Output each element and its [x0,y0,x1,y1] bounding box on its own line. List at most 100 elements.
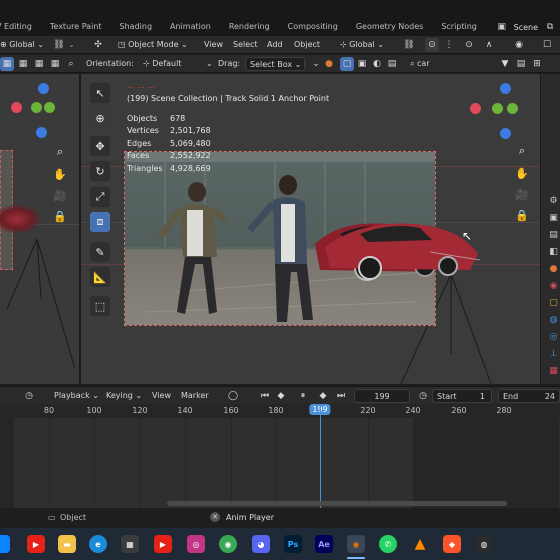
viewport-display-icon[interactable]: ▢ [340,57,354,71]
next-keyframe-icon[interactable]: ◆ [316,389,330,403]
timeline-menu-view[interactable]: View [152,389,171,403]
menu-view[interactable]: View [204,38,223,52]
tab-compositing[interactable]: Compositing [279,18,347,36]
mode-dropdown[interactable]: ◳ Object Mode ⌄ [118,38,188,52]
scene-props-icon[interactable]: ● [550,264,558,274]
jump-start-icon[interactable]: ⏮ [258,389,272,403]
area-divider-right[interactable] [540,74,541,384]
vlc-icon[interactable]: ▲ [411,535,429,553]
display-icon[interactable]: ⌄ [309,57,323,71]
subtract-icon[interactable]: ▦ [32,57,46,71]
layers-icon[interactable]: ▤ [385,57,399,71]
main-zoom-icon[interactable]: ⌕ [514,143,530,159]
cursor-3d-icon[interactable]: ⊕ [90,108,110,128]
cursor-tool-icon[interactable]: ↖ [90,83,110,103]
scene-label[interactable]: Scene [514,23,538,32]
shading-material-icon[interactable]: ● [322,57,336,71]
start-frame-field[interactable]: Start 1 [432,389,492,403]
rotate-tool-icon[interactable]: ↻ [90,161,110,181]
zoom-icon[interactable]: ⌕ [52,144,68,160]
whatsapp-icon[interactable]: ✆ [379,535,397,553]
move-tool-icon[interactable]: ✥ [90,136,110,156]
lock-icon[interactable]: 🔒 [52,208,68,224]
render-icon[interactable]: ◐ [370,57,384,71]
gizmo-y-neg-icon[interactable] [44,102,55,113]
snap-icon[interactable]: ⊙ [425,38,439,52]
main-gizmo-y-icon[interactable] [492,103,503,114]
main-gizmo-y-neg-icon[interactable] [507,103,518,114]
gizmo-z-icon[interactable] [38,83,49,94]
other-app-icon[interactable]: ◍ [475,535,493,553]
tab-geometry-nodes[interactable]: Geometry Nodes [347,18,432,36]
cancel-icon[interactable]: ✕ [210,512,220,522]
gizmo-icon[interactable]: ☐ [540,38,554,52]
tab-scripting[interactable]: Scripting [432,18,486,36]
link-icon[interactable]: ⛓ [52,38,66,52]
timeline-ruler[interactable]: 80 100 120 140 160 180 199 220 240 260 2… [0,404,560,418]
gizmo-x-icon[interactable] [11,102,22,113]
orientation-dropdown[interactable]: ⊹ Default ⌄ [143,57,213,71]
physics-props-icon[interactable]: ◎ [550,332,558,342]
add-cube-tool-icon[interactable]: ⬚ [90,296,110,316]
discord-icon[interactable]: ◕ [252,535,270,553]
timeline-menu-playback[interactable]: Playback ⌄ [54,389,99,403]
modifier-props-icon[interactable]: ◍ [550,315,558,325]
timeline-editor-icon[interactable]: ◷ [22,389,36,403]
invert-icon[interactable]: ▦ [48,57,62,71]
main-gizmo-z-neg-icon[interactable] [500,128,511,139]
chrome-icon[interactable]: ◉ [219,535,237,553]
main-pan-icon[interactable]: ✋ [514,165,530,181]
search-icon[interactable]: ⌕ [64,57,78,71]
prev-keyframe-icon[interactable]: ◆ [274,389,288,403]
youtube-icon[interactable]: ▶ [27,535,45,553]
transform-tool-icon[interactable]: ⧈ [90,212,110,232]
main-lock-icon[interactable]: 🔒 [514,207,530,223]
playhead-line[interactable] [320,404,321,508]
drag-dropdown[interactable]: Select Box ⌄ [245,57,305,71]
pivot-icon[interactable]: ⛓ [402,38,416,52]
gizmo-z-neg-icon[interactable] [36,127,47,138]
copy-icon[interactable]: ⧉ [544,21,556,33]
camera-view-icon[interactable]: 🎥 [52,187,68,203]
constraint-props-icon[interactable]: ⟂ [550,349,556,359]
brave-icon[interactable]: ◆ [443,535,461,553]
auto-keying-icon[interactable]: ◯ [226,389,240,403]
pan-icon[interactable]: ✋ [52,166,68,182]
output-props-icon[interactable]: ▤ [549,230,558,240]
timeline-menu-marker[interactable]: Marker [181,389,209,403]
instagram-icon[interactable]: ◎ [187,535,205,553]
filter-icon[interactable]: ▣ [355,57,369,71]
tab-texture-paint[interactable]: Texture Paint [41,18,111,36]
extend-icon[interactable]: ▦ [16,57,30,71]
menu-object[interactable]: Object [294,38,320,52]
menu-add[interactable]: Add [267,38,283,52]
after-effects-icon[interactable]: Ae [315,535,333,553]
main-gizmo-x-icon[interactable] [470,103,481,114]
timeline-area[interactable] [0,404,560,508]
tab-animation[interactable]: Animation [161,18,220,36]
pause-icon[interactable]: ⏸ [296,389,310,403]
view-layer-icon[interactable]: ◧ [549,247,558,257]
store-icon[interactable]: ▦ [121,535,139,553]
start-icon[interactable] [0,535,10,553]
end-frame-field[interactable]: End 24 [498,389,560,403]
current-frame-field[interactable]: 199 [354,389,410,403]
timeline-menu-keying[interactable]: Keying ⌄ [106,389,142,403]
main-gizmo-z-icon[interactable] [500,83,511,94]
car-3d-model[interactable] [320,212,481,282]
left-orientation-dropdown[interactable]: ⊕ Global ⌄ [0,38,44,52]
photoshop-icon[interactable]: Ps [284,535,302,553]
gizmo-y-icon[interactable] [31,102,42,113]
scene-icon[interactable]: ▣ [496,21,508,33]
tab-video-editing[interactable]: V Editing [0,18,41,36]
annotate-tool-icon[interactable]: ✎ [90,242,110,262]
outliner-search-field[interactable]: ⌕ car [410,57,430,71]
scale-tool-icon[interactable]: ⤢ [90,187,110,207]
edge-icon[interactable]: e [89,535,107,553]
main-camera-view-icon[interactable]: 🎥 [514,186,530,202]
blender-icon[interactable]: ◉ [347,535,365,553]
filter-funnel-icon[interactable]: ▼ [498,57,512,71]
falloff-icon[interactable]: ∧ [482,38,496,52]
left-3d-viewport[interactable]: ⌕ ✋ 🎥 🔒 [0,74,79,384]
chevron-down-icon[interactable]: ⌄ [68,38,75,52]
